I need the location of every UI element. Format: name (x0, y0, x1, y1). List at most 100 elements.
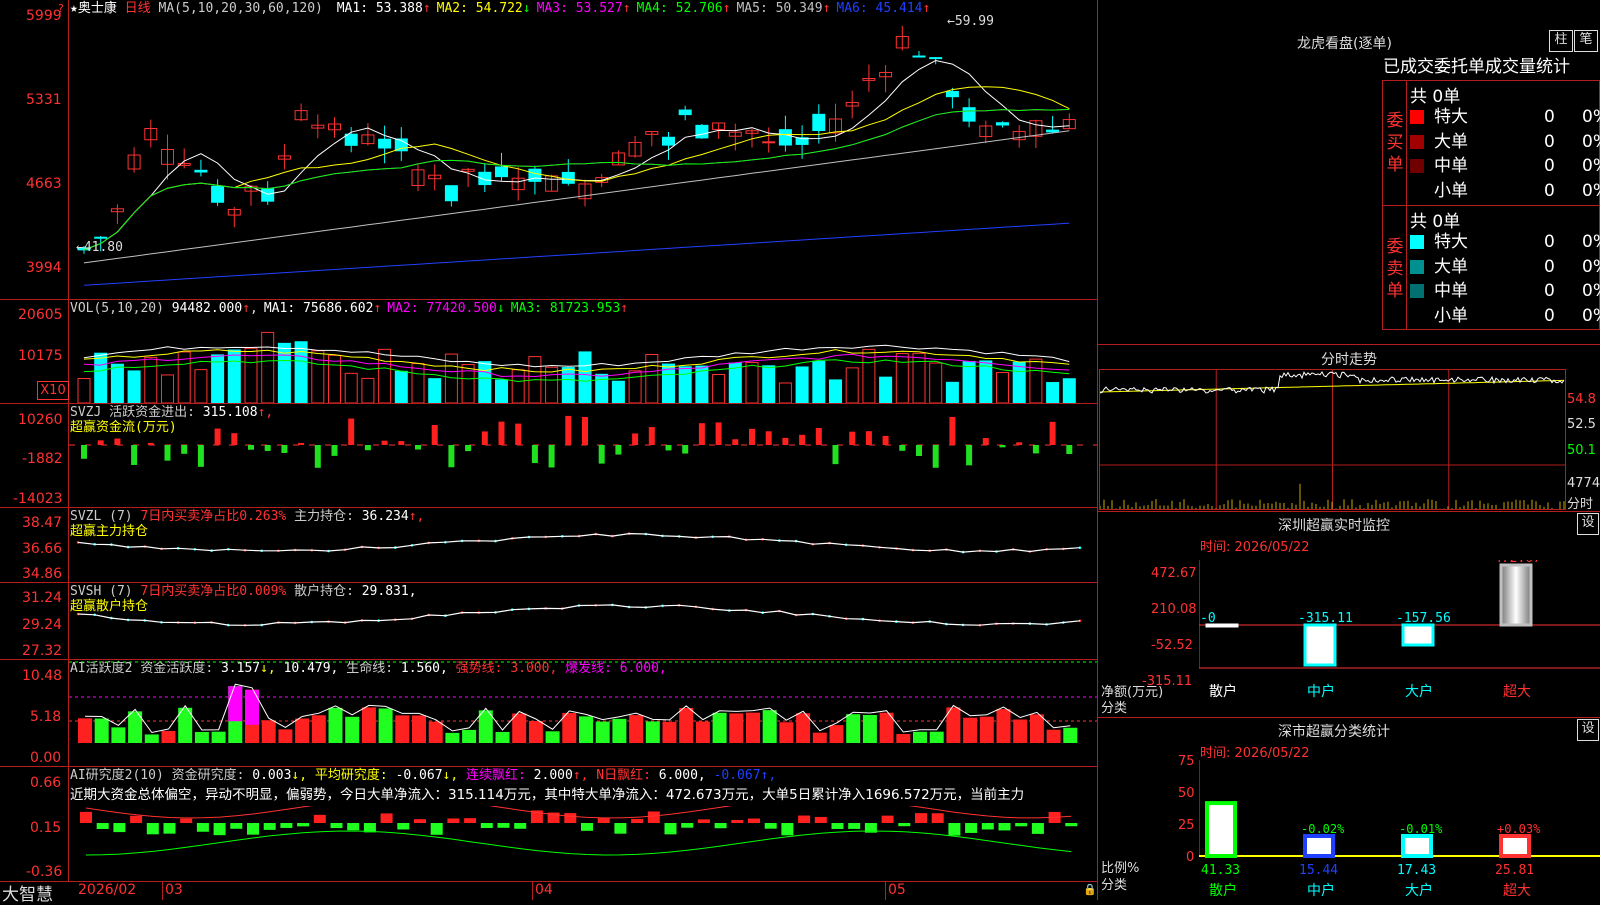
pen-mode-button[interactable]: 笔 (1574, 30, 1598, 52)
research-bar (213, 823, 226, 836)
vol-bar (745, 361, 759, 403)
research-bar (447, 818, 460, 823)
consecutive-red-arrow: ↑, (572, 768, 589, 783)
order-count: 0 (1544, 180, 1555, 201)
svzj-bar (381, 440, 388, 445)
star-icon[interactable]: ★ (70, 1, 78, 16)
sz-stats-axis-label: 25 (1178, 818, 1195, 833)
research-bar (681, 823, 694, 828)
svzj-bar (181, 445, 188, 454)
ai-bar (679, 707, 694, 743)
order-swatch (1410, 184, 1424, 198)
tab-volume-stats[interactable]: 成交量统计 (1485, 57, 1570, 77)
ma-value: 52.706 (667, 1, 723, 16)
order-type: 中单 (1434, 156, 1468, 176)
ai-bar (161, 730, 176, 743)
svzl-chart[interactable] (69, 508, 1097, 582)
research-bar (614, 823, 627, 834)
candle (929, 57, 943, 60)
svzj-bar (765, 431, 772, 445)
research-bar (230, 823, 243, 829)
lock-icon[interactable]: 🔒 (1083, 883, 1097, 896)
svzj-bar (431, 425, 438, 445)
svzj-bar (749, 428, 755, 445)
ma-arrow: ↑ (722, 1, 731, 16)
research-bar (96, 823, 109, 830)
ai-active-chart[interactable] (69, 660, 1097, 766)
ai-bar (779, 722, 794, 743)
order-swatch (1410, 110, 1424, 124)
sz-monitor-category: 中户 (1307, 683, 1335, 700)
sz-stats-chart[interactable]: 41.33 散户 -0.02% 15.44 中户 -0.01% 17.43 大户 +0.03% 2… (1199, 760, 1600, 900)
sz-stats-value-label: 15.44 (1299, 863, 1338, 878)
sz-monitor-chart[interactable]: -0 散户 -315.11 中户 -157.56 大户 472.67 超大 (1199, 560, 1600, 720)
tab-orders[interactable]: 委托单 (1434, 57, 1485, 77)
vol-bar (628, 370, 642, 403)
svzj-bar (849, 431, 856, 445)
research-bar (631, 818, 644, 823)
ma-arrow: ↑ (373, 301, 382, 316)
svzl-axis-label: 34.86 (22, 566, 63, 582)
vol-bar (127, 370, 141, 403)
vol-bar (762, 365, 776, 403)
kline-chart[interactable] (69, 18, 1097, 298)
intraday-chart[interactable] (1100, 370, 1565, 509)
vol-chart[interactable] (69, 318, 1097, 403)
svzj-bar (1049, 421, 1056, 445)
candle (695, 124, 709, 139)
bar-mode-button[interactable]: 柱 (1549, 30, 1573, 52)
sz-monitor-axis-label: 472.67 (1151, 566, 1197, 581)
ai-bar (345, 716, 360, 743)
research-bar (130, 815, 143, 823)
sz-stats-time: 时间: 2026/05/22 (1200, 742, 1309, 761)
research-bar (798, 815, 811, 823)
ai-bar (762, 710, 777, 743)
research-bar (497, 823, 510, 828)
order-pct: 0% (1582, 256, 1600, 277)
svzj-bar (1032, 445, 1039, 454)
app-logo[interactable]: 大智慧 (2, 880, 53, 905)
vol-bar (261, 331, 275, 403)
research-bar (1015, 823, 1028, 827)
sz-stats-settings-button[interactable]: 设 (1577, 719, 1599, 741)
ai-research-chart[interactable] (69, 806, 1097, 881)
tab-traded[interactable]: 已成交 (1383, 57, 1434, 77)
order-row: 特大 0 0% (1410, 231, 1600, 253)
svzj-bar (314, 445, 321, 468)
candle (344, 133, 358, 146)
vol-bar (478, 361, 492, 403)
ma-label: MA3: (510, 301, 543, 316)
ma-arrow: ↑ (422, 1, 431, 16)
research-bar (80, 811, 92, 823)
pane-divider-kline (0, 299, 1097, 300)
timeline-tick (885, 882, 886, 900)
svzj-bar (364, 445, 371, 451)
candle (945, 91, 959, 98)
sz-monitor-axis-label: 210.08 (1151, 602, 1197, 617)
sz-monitor-settings-button[interactable]: 设 (1577, 513, 1599, 535)
candle (194, 169, 208, 173)
consecutive-red-label: 连续飘红: (466, 768, 526, 783)
candle (812, 113, 826, 131)
svzj-chart[interactable] (69, 404, 1097, 507)
svzj-bar (916, 445, 922, 457)
vol-bar (996, 372, 1009, 403)
research-bar (814, 816, 827, 823)
ma-item: MA2: 77420.500↓ (387, 301, 504, 316)
svsh-axis-label: 31.24 (22, 590, 63, 606)
vol-bar (962, 360, 976, 403)
ai-bar (712, 712, 727, 743)
ma-arrow: ↓ (496, 301, 505, 316)
svzj-bar (982, 438, 989, 445)
svzj-bar (164, 445, 171, 461)
avg-research-arrow: ↓, (442, 768, 459, 783)
period-label[interactable]: 日线 (125, 1, 151, 16)
research-bar (697, 819, 710, 823)
svsh-chart[interactable] (69, 583, 1097, 659)
sz-stats-category: 大户 (1405, 882, 1433, 899)
ma-item: MA6: 45.414↑ (836, 1, 930, 16)
sz-monitor-time-label: 时间: (1200, 540, 1231, 555)
svzj-bar (298, 442, 305, 445)
ma-value: 54.722 (467, 1, 523, 16)
order-count: 0 (1544, 232, 1555, 252)
